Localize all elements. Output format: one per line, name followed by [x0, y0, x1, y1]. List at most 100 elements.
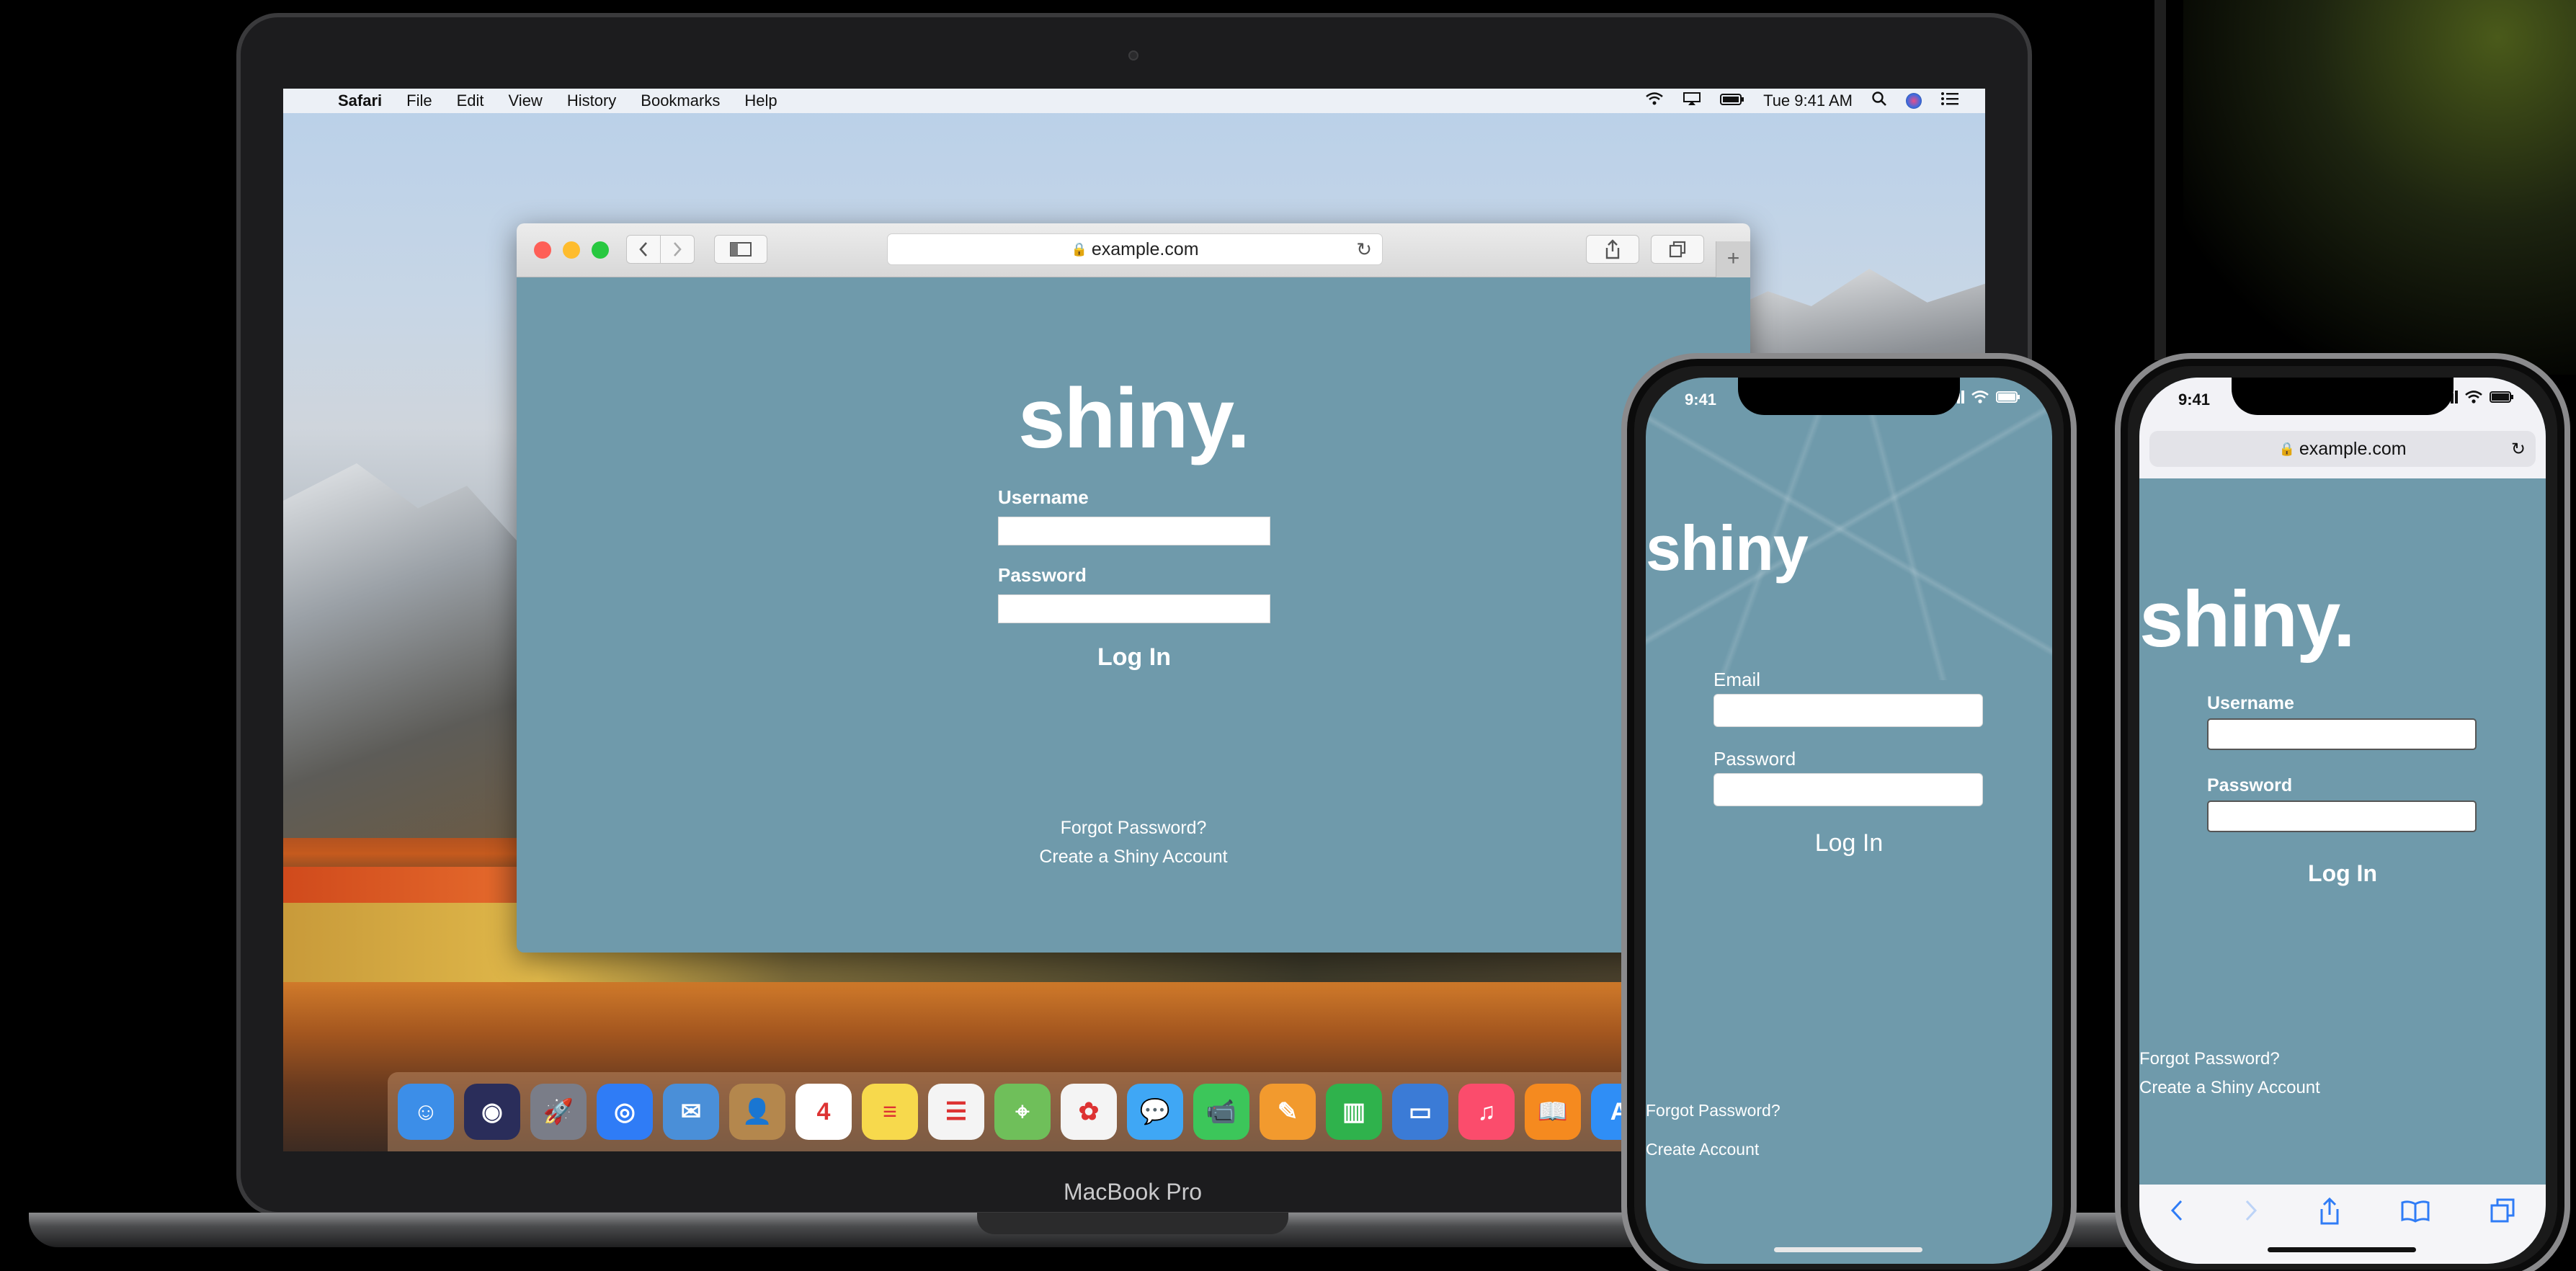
iphone-notch: [2232, 378, 2454, 415]
wifi-icon[interactable]: [1645, 92, 1664, 110]
password-field[interactable]: [2207, 800, 2477, 832]
menu-view[interactable]: View: [509, 92, 543, 110]
airplay-icon[interactable]: [1683, 92, 1701, 110]
menu-app-name[interactable]: Safari: [338, 92, 382, 110]
create-account-link[interactable]: Create Account: [1646, 1140, 2052, 1159]
forgot-password-link[interactable]: Forgot Password?: [2139, 1049, 2546, 1069]
password-label: Password: [1713, 748, 1796, 770]
tabs-icon: [1669, 241, 1686, 258]
password-field[interactable]: [1713, 773, 1983, 806]
tabs-icon: [2490, 1198, 2515, 1223]
dock-app-messages-icon[interactable]: 💬: [1127, 1084, 1183, 1140]
back-button[interactable]: [626, 235, 661, 264]
dock-app-music-icon[interactable]: ♫: [1458, 1084, 1515, 1140]
reload-icon[interactable]: ↻: [2511, 439, 2526, 460]
iphone-notch: [1738, 378, 1960, 415]
address-bar-url: example.com: [1091, 238, 1199, 259]
dock-app-keynote-icon[interactable]: ▭: [1392, 1084, 1448, 1140]
new-tab-button[interactable]: +: [1716, 241, 1750, 277]
dock-app-launchpad-icon[interactable]: 🚀: [530, 1084, 587, 1140]
create-account-link[interactable]: Create a Shiny Account: [517, 847, 1750, 868]
dock-app-finder-icon[interactable]: ☺: [398, 1084, 454, 1140]
forward-button[interactable]: [660, 235, 695, 264]
web-page: shiny. Username Password Log In Forgot P…: [517, 277, 1750, 953]
dock-app-calendar-icon[interactable]: 4: [795, 1084, 852, 1140]
dock: ☺ ◉ 🚀 ◎ ✉ 👤 4 ≡ ☰ ⌖ ✿ 💬 📹 ✎ ▥ ▭ ♫ 📖 A: [388, 1072, 1757, 1151]
tabs-button[interactable]: [2490, 1198, 2515, 1231]
apple-menu-icon[interactable]: [306, 93, 322, 109]
book-icon: [2401, 1200, 2430, 1223]
menu-bar-clock[interactable]: Tue 9:41 AM: [1763, 92, 1853, 110]
share-button[interactable]: [2319, 1197, 2340, 1232]
mobile-address-url: example.com: [2299, 438, 2407, 459]
dock-app-mail-icon[interactable]: ✉: [663, 1084, 719, 1140]
forward-button[interactable]: [2244, 1198, 2258, 1230]
reload-icon[interactable]: ↻: [1356, 238, 1372, 261]
minimize-window-button[interactable]: [563, 241, 580, 259]
app-logo: shiny: [1646, 512, 1809, 584]
wallpaper-mountain-left: [283, 463, 528, 838]
password-field[interactable]: [998, 594, 1270, 623]
chevron-left-icon: [2170, 1200, 2182, 1221]
mobile-address-bar[interactable]: 🔒 example.com ↻: [2149, 431, 2536, 467]
share-button[interactable]: [1586, 235, 1639, 264]
forgot-password-link[interactable]: Forgot Password?: [1646, 1101, 2052, 1120]
menu-help[interactable]: Help: [744, 92, 777, 110]
dock-app-numbers-icon[interactable]: ▥: [1326, 1084, 1382, 1140]
macbook-hinge-notch: [977, 1213, 1288, 1234]
iphone-app-screen: 9:41 shiny Email Password Log In Forgot …: [1646, 378, 2052, 1264]
close-window-button[interactable]: [534, 241, 551, 259]
siri-icon[interactable]: [1906, 93, 1922, 109]
battery-icon: [2490, 391, 2513, 403]
sidebar-icon: [730, 242, 752, 257]
tab-overview-button[interactable]: [1651, 235, 1704, 264]
username-field[interactable]: [998, 517, 1270, 545]
dock-app-photos-icon[interactable]: ✿: [1061, 1084, 1117, 1140]
wifi-icon: [1971, 391, 1989, 403]
address-bar[interactable]: 🔒 example.com ↻: [887, 233, 1383, 265]
menu-file[interactable]: File: [406, 92, 432, 110]
dock-app-safari-icon[interactable]: ◎: [597, 1084, 653, 1140]
menu-bar-extras: Tue 9:41 AM: [1645, 91, 1959, 111]
notification-center-icon[interactable]: [1940, 92, 1959, 110]
background-device-glow: [2183, 0, 2576, 375]
back-button[interactable]: [2170, 1198, 2184, 1230]
iphone-app: 9:41 shiny Email Password Log In Forgot …: [1621, 353, 2077, 1271]
chevron-right-icon: [2246, 1200, 2258, 1221]
dock-app-facetime-icon[interactable]: 📹: [1193, 1084, 1249, 1140]
share-icon: [1605, 239, 1620, 259]
menu-history[interactable]: History: [567, 92, 616, 110]
create-account-link[interactable]: Create a Shiny Account: [2139, 1078, 2546, 1098]
email-field[interactable]: [1713, 694, 1983, 727]
home-indicator[interactable]: [1774, 1247, 1922, 1252]
lock-icon: 🔒: [1071, 241, 1087, 257]
spotlight-search-icon[interactable]: [1871, 91, 1887, 111]
battery-icon[interactable]: [1720, 92, 1744, 110]
zoom-window-button[interactable]: [592, 241, 609, 259]
password-label: Password: [998, 564, 1087, 586]
dock-app-siri-icon[interactable]: ◉: [464, 1084, 520, 1140]
bookmarks-button[interactable]: [2401, 1198, 2430, 1230]
lock-icon: 🔒: [2278, 441, 2295, 456]
menu-edit[interactable]: Edit: [457, 92, 484, 110]
status-time: 9:41: [1685, 391, 1717, 409]
menu-bar: Safari File Edit View History Bookmarks …: [283, 89, 1985, 113]
home-indicator[interactable]: [2268, 1247, 2416, 1252]
login-button[interactable]: Log In: [1062, 643, 1206, 672]
forgot-password-link[interactable]: Forgot Password?: [517, 818, 1750, 839]
login-button[interactable]: Log In: [1777, 829, 1921, 857]
password-label: Password: [2207, 775, 2293, 795]
dock-app-books-icon[interactable]: 📖: [1525, 1084, 1581, 1140]
dock-app-pages-icon[interactable]: ✎: [1260, 1084, 1316, 1140]
dock-app-reminders-icon[interactable]: ☰: [928, 1084, 984, 1140]
sidebar-toggle-button[interactable]: [714, 235, 767, 264]
dock-app-maps-icon[interactable]: ⌖: [994, 1084, 1051, 1140]
dock-app-notes-icon[interactable]: ≡: [862, 1084, 918, 1140]
login-button[interactable]: Log In: [2270, 860, 2415, 887]
macbook-model-label: MacBook Pro: [1063, 1179, 1203, 1205]
menu-bookmarks[interactable]: Bookmarks: [641, 92, 720, 110]
username-field[interactable]: [2207, 718, 2477, 750]
site-logo: shiny.: [2139, 575, 2356, 664]
share-icon: [2320, 1197, 2339, 1225]
dock-app-contacts-icon[interactable]: 👤: [729, 1084, 785, 1140]
